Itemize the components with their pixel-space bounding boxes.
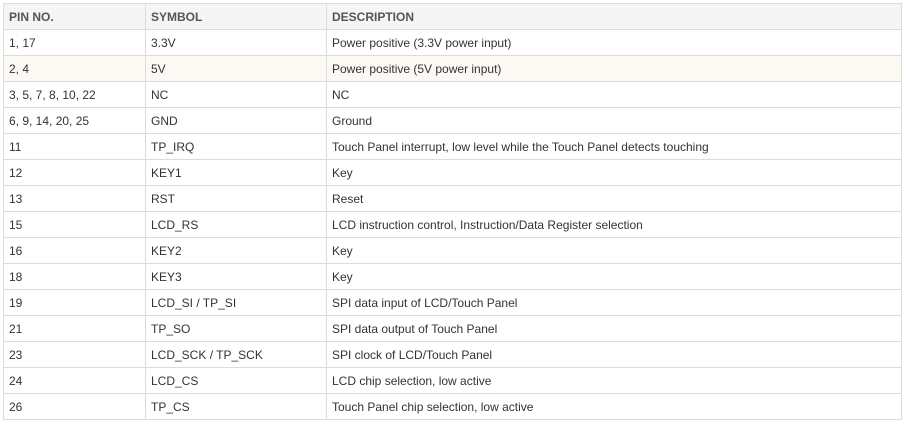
table-row: 18 KEY3 Key bbox=[3, 263, 902, 290]
description-cell: Touch Panel chip selection, low active bbox=[326, 393, 902, 420]
description-cell: LCD instruction control, Instruction/Dat… bbox=[326, 211, 902, 238]
table-row: 23 LCD_SCK / TP_SCK SPI clock of LCD/Touch… bbox=[3, 341, 902, 368]
pin-no-cell: 3, 5, 7, 8, 10, 22 bbox=[3, 81, 146, 108]
pin-table: PIN NO. SYMBOL DESCRIPTION 1, 17 3.3V Powe… bbox=[3, 3, 902, 420]
table-row: 11 TP_IRQ Touch Panel interrupt, low level… bbox=[3, 133, 902, 160]
table-body: 1, 17 3.3V Power positive (3.3V power inpu… bbox=[3, 29, 902, 420]
description-cell: SPI data input of LCD/Touch Panel bbox=[326, 289, 902, 316]
header-symbol: SYMBOL bbox=[145, 3, 327, 30]
table-row: 2, 4 5V Power positive (5V power input) bbox=[3, 55, 902, 82]
description-cell: LCD chip selection, low active bbox=[326, 367, 902, 394]
pin-no-cell: 16 bbox=[3, 237, 146, 264]
header-description: DESCRIPTION bbox=[326, 3, 902, 30]
symbol-cell: RST bbox=[145, 185, 327, 212]
pin-no-cell: 21 bbox=[3, 315, 146, 342]
pin-no-cell: 1, 17 bbox=[3, 29, 146, 56]
symbol-cell: LCD_SI / TP_SI bbox=[145, 289, 327, 316]
description-cell: SPI data output of Touch Panel bbox=[326, 315, 902, 342]
description-cell: Power positive (5V power input) bbox=[326, 55, 902, 82]
pin-no-cell: 26 bbox=[3, 393, 146, 420]
description-cell: NC bbox=[326, 81, 902, 108]
table-row: 12 KEY1 Key bbox=[3, 159, 902, 186]
pin-no-cell: 6, 9, 14, 20, 25 bbox=[3, 107, 146, 134]
description-cell: Key bbox=[326, 263, 902, 290]
description-cell: Key bbox=[326, 159, 902, 186]
table-row: 19 LCD_SI / TP_SI SPI data input of LCD/To… bbox=[3, 289, 902, 316]
symbol-cell: LCD_SCK / TP_SCK bbox=[145, 341, 327, 368]
pin-no-cell: 12 bbox=[3, 159, 146, 186]
table-row: 3, 5, 7, 8, 10, 22 NC NC bbox=[3, 81, 902, 108]
symbol-cell: 3.3V bbox=[145, 29, 327, 56]
symbol-cell: GND bbox=[145, 107, 327, 134]
table-row: 15 LCD_RS LCD instruction control, Instruc… bbox=[3, 211, 902, 238]
symbol-cell: KEY2 bbox=[145, 237, 327, 264]
table-header-row: PIN NO. SYMBOL DESCRIPTION bbox=[3, 3, 902, 30]
pin-no-cell: 23 bbox=[3, 341, 146, 368]
symbol-cell: NC bbox=[145, 81, 327, 108]
header-pin-no: PIN NO. bbox=[3, 3, 146, 30]
pin-no-cell: 15 bbox=[3, 211, 146, 238]
symbol-cell: 5V bbox=[145, 55, 327, 82]
table-row: 26 TP_CS Touch Panel chip selection, low a… bbox=[3, 393, 902, 420]
pin-no-cell: 2, 4 bbox=[3, 55, 146, 82]
description-cell: SPI clock of LCD/Touch Panel bbox=[326, 341, 902, 368]
pin-table-container: PIN NO. SYMBOL DESCRIPTION 1, 17 3.3V Powe… bbox=[3, 3, 902, 420]
description-cell: Power positive (3.3V power input) bbox=[326, 29, 902, 56]
symbol-cell: LCD_CS bbox=[145, 367, 327, 394]
pin-no-cell: 13 bbox=[3, 185, 146, 212]
symbol-cell: KEY1 bbox=[145, 159, 327, 186]
description-cell: Reset bbox=[326, 185, 902, 212]
description-cell: Key bbox=[326, 237, 902, 264]
symbol-cell: KEY3 bbox=[145, 263, 327, 290]
table-row: 24 LCD_CS LCD chip selection, low active bbox=[3, 367, 902, 394]
symbol-cell: TP_CS bbox=[145, 393, 327, 420]
pin-no-cell: 24 bbox=[3, 367, 146, 394]
pin-no-cell: 19 bbox=[3, 289, 146, 316]
symbol-cell: TP_SO bbox=[145, 315, 327, 342]
table-row: 13 RST Reset bbox=[3, 185, 902, 212]
table-row: 21 TP_SO SPI data output of Touch Panel bbox=[3, 315, 902, 342]
table-row: 1, 17 3.3V Power positive (3.3V power inpu… bbox=[3, 29, 902, 56]
description-cell: Ground bbox=[326, 107, 902, 134]
table-row: 16 KEY2 Key bbox=[3, 237, 902, 264]
symbol-cell: LCD_RS bbox=[145, 211, 327, 238]
table-row: 6, 9, 14, 20, 25 GND Ground bbox=[3, 107, 902, 134]
pin-no-cell: 18 bbox=[3, 263, 146, 290]
symbol-cell: TP_IRQ bbox=[145, 133, 327, 160]
description-cell: Touch Panel interrupt, low level while t… bbox=[326, 133, 902, 160]
pin-no-cell: 11 bbox=[3, 133, 146, 160]
